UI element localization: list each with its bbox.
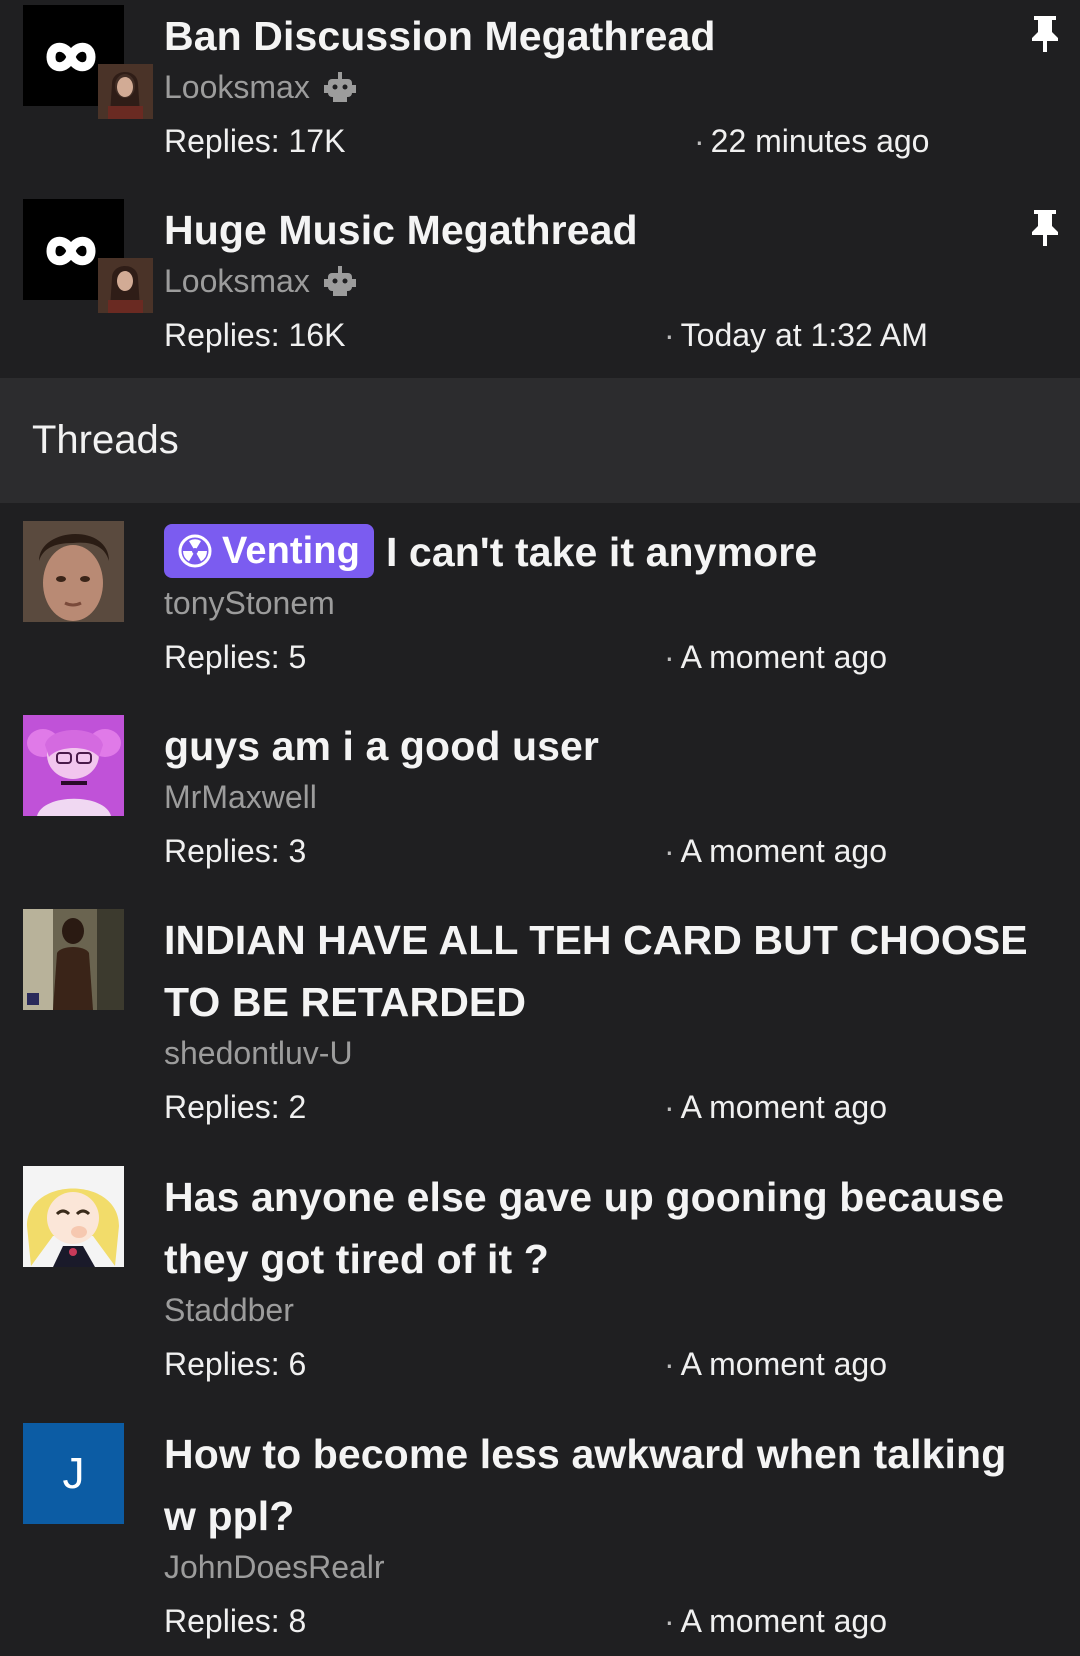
meta-separator: · [664, 833, 675, 869]
sticky-thread-list: Ban Discussion Megathread Looksmax Repli… [0, 0, 1080, 378]
user-photo-icon [23, 1166, 124, 1267]
bot-icon [323, 266, 356, 296]
last-post-time[interactable]: A moment ago [681, 1603, 887, 1639]
thread-author[interactable]: Looksmax [164, 67, 310, 107]
thread-item[interactable]: guys am i a good user MrMaxwell Replies:… [0, 715, 1080, 909]
user-avatar[interactable] [23, 521, 124, 622]
user-photo-icon [98, 64, 153, 119]
thread-title[interactable]: Ban Discussion Megathread [164, 0, 1028, 67]
thread-item[interactable]: Venting I can't take it anymore tonySton… [0, 521, 1080, 715]
user-photo-icon [98, 258, 153, 313]
reply-count: Replies: 16K [164, 317, 346, 353]
thread-author[interactable]: Looksmax [164, 261, 310, 301]
thread-author[interactable]: JohnDoesRealr [164, 1547, 385, 1587]
reply-count: Replies: 3 [164, 833, 307, 869]
last-post-time[interactable]: Today at 1:32 AM [681, 317, 928, 353]
thread-title[interactable]: Huge Music Megathread [164, 194, 1028, 261]
thread-title[interactable]: I can't take it anymore [386, 529, 817, 575]
prefix-label: Venting [222, 530, 360, 573]
last-post-time[interactable]: A moment ago [681, 1089, 887, 1125]
pin-icon [1032, 210, 1058, 246]
thread-title[interactable]: guys am i a good user [164, 715, 1028, 777]
thread-title[interactable]: INDIAN HAVE ALL TEH CARD BUT CHOOSE TO B… [164, 909, 1028, 1033]
reply-count: Replies: 2 [164, 1089, 307, 1125]
reply-count: Replies: 8 [164, 1603, 307, 1639]
thread-item[interactable]: J How to become less awkward when talkin… [0, 1423, 1080, 1653]
thread-title[interactable]: Has anyone else gave up gooning because … [164, 1166, 1028, 1290]
section-title: Threads [32, 418, 179, 462]
sticky-thread-item[interactable]: Ban Discussion Megathread Looksmax Repli… [0, 0, 1080, 194]
user-avatar[interactable] [23, 909, 124, 1010]
user-mini-avatar[interactable] [98, 258, 153, 313]
user-avatar[interactable] [23, 1166, 124, 1267]
last-post-time[interactable]: 22 minutes ago [711, 123, 930, 159]
section-header: Threads [0, 378, 1080, 503]
last-post-time[interactable]: A moment ago [681, 639, 887, 675]
bot-icon [323, 72, 356, 102]
reply-count: Replies: 5 [164, 639, 307, 675]
user-photo-icon [23, 715, 124, 816]
thread-author[interactable]: MrMaxwell [164, 777, 317, 817]
user-photo-icon [23, 909, 124, 1010]
user-letter-avatar[interactable]: J [23, 1423, 124, 1524]
radiation-icon [178, 534, 212, 568]
thread-item[interactable]: INDIAN HAVE ALL TEH CARD BUT CHOOSE TO B… [0, 909, 1080, 1166]
thread-author[interactable]: Staddber [164, 1290, 294, 1330]
user-avatar[interactable] [23, 715, 124, 816]
meta-separator: · [664, 1603, 675, 1639]
reply-count: Replies: 17K [164, 123, 346, 159]
thread-item[interactable]: Has anyone else gave up gooning because … [0, 1166, 1080, 1423]
user-mini-avatar[interactable] [98, 64, 153, 119]
last-post-time[interactable]: A moment ago [681, 1346, 887, 1382]
meta-separator: · [664, 639, 675, 675]
meta-separator: · [664, 1346, 675, 1382]
meta-separator: · [664, 317, 675, 353]
thread-title[interactable]: How to become less awkward when talking … [164, 1423, 1028, 1547]
user-photo-icon [23, 521, 124, 622]
meta-separator: · [694, 123, 705, 159]
thread-author[interactable]: shedontluv-U [164, 1033, 353, 1073]
last-post-time[interactable]: A moment ago [681, 833, 887, 869]
thread-list: Venting I can't take it anymore tonySton… [0, 503, 1080, 1653]
pin-icon [1032, 16, 1058, 52]
thread-author[interactable]: tonyStonem [164, 583, 335, 623]
avatar-letter: J [62, 1448, 85, 1498]
reply-count: Replies: 6 [164, 1346, 307, 1382]
meta-separator: · [664, 1089, 675, 1125]
sticky-thread-item[interactable]: Huge Music Megathread Looksmax Replies: … [0, 194, 1080, 378]
prefix-badge[interactable]: Venting [164, 524, 374, 579]
